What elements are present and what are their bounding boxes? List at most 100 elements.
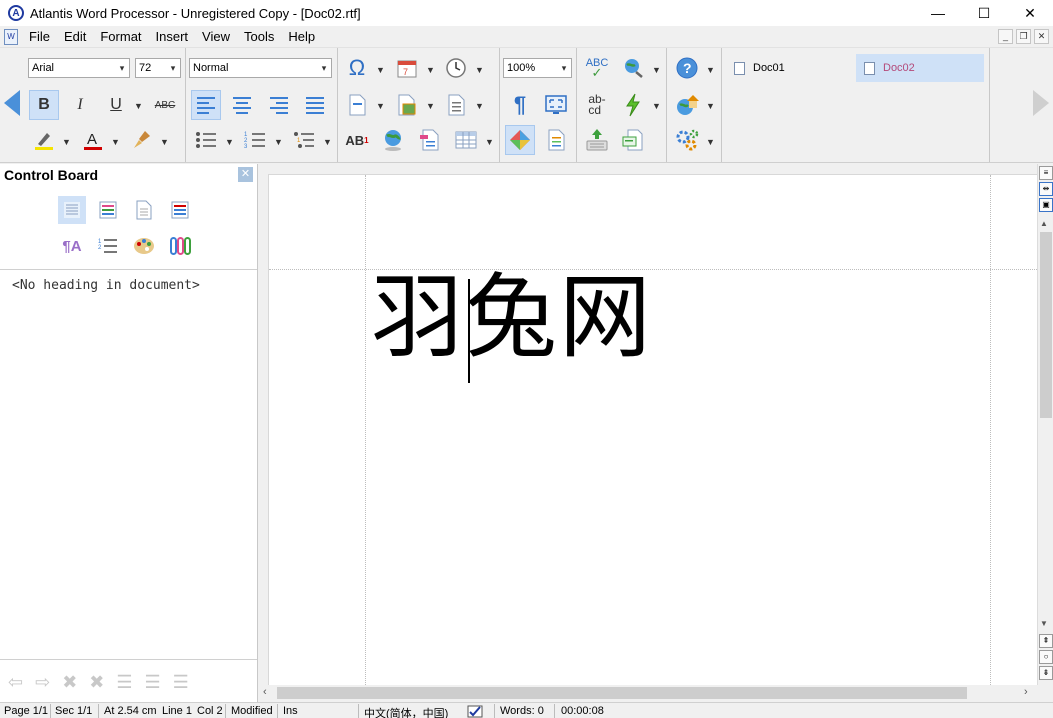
view-web-icon[interactable]: ⇹ bbox=[1039, 182, 1053, 196]
horizontal-scrollbar[interactable]: ‹ › bbox=[259, 685, 1037, 701]
view-page-icon[interactable]: ▣ bbox=[1039, 198, 1053, 212]
view-normal-icon[interactable]: ≡ bbox=[1039, 166, 1053, 180]
collapse-icon[interactable]: ☰ bbox=[173, 672, 189, 693]
insert-picture-icon[interactable] bbox=[392, 90, 422, 120]
font-size-select[interactable]: 72 ▾ bbox=[135, 58, 181, 78]
delete-all-icon[interactable]: ✖ bbox=[89, 672, 104, 693]
promote-icon[interactable]: ☰ bbox=[116, 672, 132, 693]
font-color-dropdown-icon[interactable]: ▼ bbox=[111, 137, 120, 147]
palette-icon[interactable] bbox=[130, 232, 158, 260]
scroll-up-icon[interactable]: ▲ bbox=[1040, 219, 1048, 228]
bullet-list-icon[interactable] bbox=[191, 125, 221, 155]
next-page-icon[interactable]: ⇟ bbox=[1039, 666, 1053, 680]
justify-button[interactable] bbox=[300, 90, 330, 120]
multilevel-list-dropdown-icon[interactable]: ▼ bbox=[323, 137, 332, 147]
menu-format[interactable]: Format bbox=[93, 26, 148, 48]
bookmark-icon[interactable] bbox=[415, 125, 445, 155]
hyphenation-button[interactable]: ab- cd bbox=[582, 90, 612, 120]
format-painter-dropdown-icon[interactable]: ▼ bbox=[160, 137, 169, 147]
italic-button[interactable]: I bbox=[65, 90, 95, 120]
web-home-dropdown-icon[interactable]: ▼ bbox=[706, 101, 715, 111]
document-menu-icon[interactable]: W bbox=[4, 28, 18, 45]
table-icon[interactable] bbox=[451, 125, 481, 155]
menu-tools[interactable]: Tools bbox=[237, 26, 281, 48]
mdi-minimize-button[interactable]: _ bbox=[998, 29, 1013, 44]
date-icon[interactable]: 7 bbox=[392, 53, 422, 83]
insert-picture-dropdown-icon[interactable]: ▼ bbox=[426, 101, 435, 111]
document-outline-icon[interactable] bbox=[541, 125, 571, 155]
demote-icon[interactable]: ☰ bbox=[145, 672, 161, 693]
help-icon[interactable]: ? bbox=[672, 53, 702, 83]
scroll-left-icon[interactable]: ‹ bbox=[263, 686, 267, 698]
new-page-icon[interactable] bbox=[342, 90, 372, 120]
align-left-button[interactable] bbox=[191, 90, 221, 120]
multilevel-list-icon[interactable]: 1 bbox=[289, 125, 319, 155]
thesaurus-dropdown-icon[interactable]: ▼ bbox=[652, 65, 661, 75]
show-formatting-icon[interactable]: ¶ bbox=[505, 90, 535, 120]
doc-tab-doc02[interactable]: Doc02 bbox=[856, 54, 984, 82]
forward-arrow-icon[interactable]: ⇨ bbox=[35, 672, 50, 693]
document-map-icon[interactable] bbox=[58, 196, 86, 224]
autocorrect-dropdown-icon[interactable]: ▼ bbox=[652, 101, 661, 111]
clock-dropdown-icon[interactable]: ▼ bbox=[475, 65, 484, 75]
app-logo-icon[interactable]: A bbox=[8, 5, 24, 21]
font-name-select[interactable]: Arial ▾ bbox=[28, 58, 130, 78]
web-home-icon[interactable] bbox=[672, 90, 702, 120]
menu-edit[interactable]: Edit bbox=[57, 26, 93, 48]
styles-list-icon[interactable] bbox=[94, 196, 122, 224]
underline-dropdown-icon[interactable]: ▼ bbox=[134, 101, 143, 111]
toolbar-scroll-right-icon[interactable] bbox=[1033, 90, 1049, 116]
superscript-button[interactable]: AB 1 bbox=[342, 125, 372, 155]
toolbar-scroll-left-icon[interactable] bbox=[4, 90, 20, 116]
bullet-list-dropdown-icon[interactable]: ▼ bbox=[225, 137, 234, 147]
document-stats-icon[interactable] bbox=[618, 125, 648, 155]
new-page-dropdown-icon[interactable]: ▼ bbox=[376, 101, 385, 111]
list-icon[interactable]: 12 bbox=[94, 232, 122, 260]
format-painter-icon[interactable] bbox=[127, 125, 157, 155]
minimize-button[interactable]: — bbox=[915, 0, 961, 26]
back-arrow-icon[interactable]: ⇦ bbox=[8, 672, 23, 693]
highlight-dropdown-icon[interactable]: ▼ bbox=[62, 137, 71, 147]
menu-help[interactable]: Help bbox=[281, 26, 322, 48]
options-dropdown-icon[interactable]: ▼ bbox=[706, 137, 715, 147]
numbered-list-icon[interactable]: 123 bbox=[240, 125, 270, 155]
previous-page-icon[interactable]: ⇞ bbox=[1039, 634, 1053, 648]
doc-tab-doc01[interactable]: Doc01 bbox=[726, 54, 846, 82]
highlight-icon[interactable] bbox=[29, 125, 59, 155]
options-gears-icon[interactable] bbox=[672, 125, 702, 155]
table-dropdown-icon[interactable]: ▼ bbox=[485, 137, 494, 147]
spelling-status-icon[interactable] bbox=[467, 705, 485, 718]
align-center-button[interactable] bbox=[227, 90, 257, 120]
status-insert-mode[interactable]: Ins bbox=[283, 705, 298, 717]
page-layout-icon[interactable] bbox=[505, 125, 535, 155]
menu-view[interactable]: View bbox=[195, 26, 237, 48]
symbol-dropdown-icon[interactable]: ▼ bbox=[376, 65, 385, 75]
autocorrect-lightning-icon[interactable] bbox=[618, 90, 648, 120]
fullscreen-icon[interactable] bbox=[541, 90, 571, 120]
numbered-list-dropdown-icon[interactable]: ▼ bbox=[274, 137, 283, 147]
scroll-down-icon[interactable]: ▼ bbox=[1040, 619, 1048, 628]
bold-button[interactable]: B bbox=[29, 90, 59, 120]
outline-view-icon[interactable] bbox=[166, 196, 194, 224]
scroll-right-icon[interactable]: › bbox=[1024, 686, 1028, 698]
thesaurus-icon[interactable] bbox=[618, 53, 648, 83]
close-icon[interactable]: ✕ bbox=[238, 167, 253, 182]
page-break-icon[interactable] bbox=[441, 90, 471, 120]
clips-icon[interactable] bbox=[166, 232, 194, 260]
maximize-button[interactable]: ☐ bbox=[961, 0, 1007, 26]
document-area[interactable]: 羽兔网 bbox=[259, 164, 1037, 685]
document-page[interactable]: 羽兔网 bbox=[268, 174, 1037, 685]
spell-check-button[interactable]: ABC ✓ bbox=[582, 53, 612, 83]
page-break-dropdown-icon[interactable]: ▼ bbox=[475, 101, 484, 111]
symbol-icon[interactable]: Ω bbox=[342, 53, 372, 83]
document-text[interactable]: 羽兔网 bbox=[371, 263, 653, 373]
font-color-icon[interactable]: A bbox=[78, 125, 108, 155]
style-select[interactable]: Normal ▾ bbox=[189, 58, 332, 78]
delete-heading-icon[interactable]: ✖ bbox=[62, 672, 77, 693]
status-language[interactable]: 中文(简体，中国) bbox=[364, 705, 448, 718]
menu-file[interactable]: File bbox=[22, 26, 57, 48]
close-button[interactable]: ✕ bbox=[1007, 0, 1053, 26]
browse-object-icon[interactable]: ○ bbox=[1039, 650, 1053, 664]
page-view-icon[interactable] bbox=[130, 196, 158, 224]
menu-insert[interactable]: Insert bbox=[149, 26, 196, 48]
